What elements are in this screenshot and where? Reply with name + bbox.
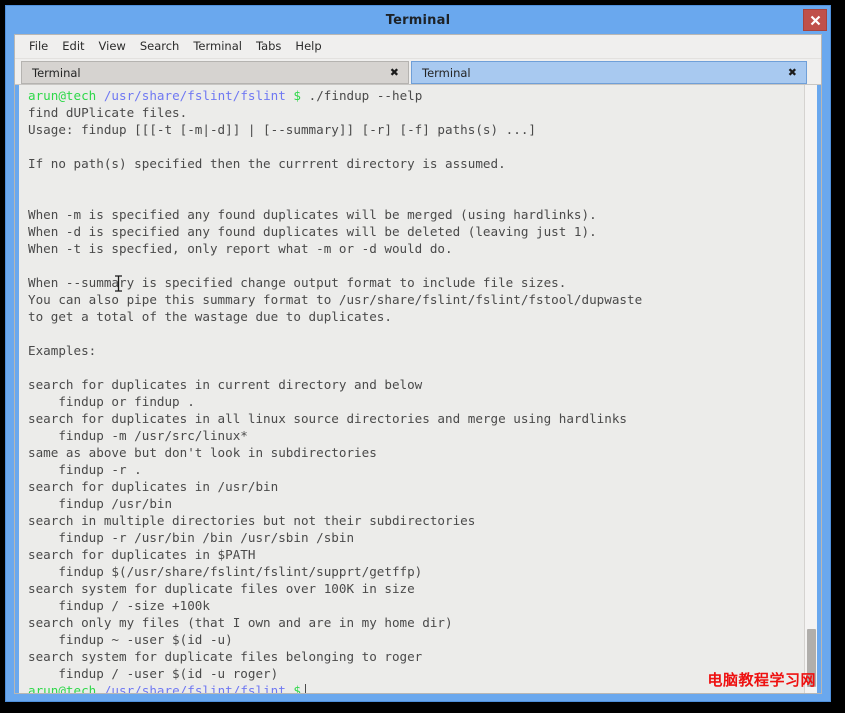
terminal-line: When -m is specified any found duplicate… bbox=[28, 207, 597, 222]
terminal-window: Terminal File Edit View Search Terminal … bbox=[5, 5, 831, 702]
menu-item-search[interactable]: Search bbox=[133, 37, 187, 56]
terminal-line: search for duplicates in current directo… bbox=[28, 377, 423, 392]
terminal-line: You can also pipe this summary format to… bbox=[28, 292, 643, 307]
tab-label: Terminal bbox=[32, 65, 81, 80]
menu-item-file[interactable]: File bbox=[22, 37, 55, 56]
client-area: File Edit View Search Terminal Tabs Help… bbox=[14, 34, 822, 694]
terminal-line: findup -m /usr/src/linux* bbox=[28, 428, 248, 443]
terminal-line: search in multiple directories but not t… bbox=[28, 513, 476, 528]
prompt-user-host: arun@tech bbox=[28, 88, 97, 103]
terminal-line: Examples: bbox=[28, 343, 97, 358]
terminal-line: to get a total of the wastage due to dup… bbox=[28, 309, 392, 324]
prompt-symbol: $ bbox=[293, 88, 302, 103]
close-icon bbox=[810, 15, 820, 25]
terminal-line: Usage: findup [[[-t [-m|-d]] | [--summar… bbox=[28, 122, 536, 137]
terminal-help-text: find dUPlicate files. Usage: findup [[[-t… bbox=[28, 104, 804, 682]
terminal-line: findup -r /usr/bin /bin /usr/sbin /sbin bbox=[28, 530, 355, 545]
window-close-button[interactable] bbox=[803, 9, 827, 31]
terminal-line: findup / -user $(id -u roger) bbox=[28, 666, 279, 681]
terminal-output[interactable]: arun@tech /usr/share/fslint/fslint $ ./f… bbox=[19, 85, 804, 693]
terminal-line: findup or findup . bbox=[28, 394, 195, 409]
terminal-line: search system for duplicate files over 1… bbox=[28, 581, 415, 596]
title-bar: Terminal bbox=[6, 6, 830, 34]
terminal-line: When -d is specified any found duplicate… bbox=[28, 224, 597, 239]
terminal-line: findup /usr/bin bbox=[28, 496, 173, 511]
watermark-text: 电脑教程学习网 bbox=[707, 671, 816, 689]
prompt-path: /usr/share/fslint/fslint bbox=[103, 88, 286, 103]
terminal-line: findup ~ -user $(id -u) bbox=[28, 632, 233, 647]
terminal-line: findup $(/usr/share/fslint/fslint/supprt… bbox=[28, 564, 423, 579]
terminal-line: When -t is specfied, only report what -m… bbox=[28, 241, 453, 256]
menu-item-terminal[interactable]: Terminal bbox=[186, 37, 249, 56]
terminal-line: search for duplicates in all linux sourc… bbox=[28, 411, 627, 426]
prompt-path: /usr/share/fslint/fslint bbox=[103, 683, 286, 693]
tab-terminal-2[interactable]: Terminal ✖ bbox=[411, 61, 807, 84]
terminal-line: search for duplicates in /usr/bin bbox=[28, 479, 279, 494]
terminal-line: same as above but don't look in subdirec… bbox=[28, 445, 377, 460]
menu-item-help[interactable]: Help bbox=[288, 37, 328, 56]
terminal-right-edge bbox=[817, 85, 821, 693]
tab-bar: Terminal ✖ Terminal ✖ bbox=[15, 59, 821, 84]
tab-close-icon[interactable]: ✖ bbox=[388, 67, 401, 78]
terminal-line: findup / -size +100k bbox=[28, 598, 210, 613]
menu-item-tabs[interactable]: Tabs bbox=[249, 37, 288, 56]
prompt-symbol: $ bbox=[293, 683, 302, 693]
text-cursor bbox=[305, 684, 307, 693]
terminal-scrollbar[interactable] bbox=[804, 85, 817, 693]
tab-close-icon[interactable]: ✖ bbox=[786, 67, 799, 78]
menu-item-view[interactable]: View bbox=[92, 37, 133, 56]
terminal-line: find dUPlicate files. bbox=[28, 105, 188, 120]
terminal-line: If no path(s) specified then the currren… bbox=[28, 156, 506, 171]
terminal-line: findup -r . bbox=[28, 462, 142, 477]
terminal-body: arun@tech /usr/share/fslint/fslint $ ./f… bbox=[15, 84, 821, 693]
terminal-line: When --summary is specified change outpu… bbox=[28, 275, 567, 290]
tab-label: Terminal bbox=[422, 65, 471, 80]
menu-item-edit[interactable]: Edit bbox=[55, 37, 91, 56]
terminal-line: search system for duplicate files belong… bbox=[28, 649, 423, 664]
terminal-command: ./findup --help bbox=[308, 88, 423, 103]
terminal-line: search only my files (that I own and are… bbox=[28, 615, 453, 630]
window-title: Terminal bbox=[385, 12, 451, 28]
tab-terminal-1[interactable]: Terminal ✖ bbox=[21, 61, 409, 84]
menu-bar: File Edit View Search Terminal Tabs Help bbox=[15, 35, 821, 59]
terminal-prompt-line-bottom: arun@tech /usr/share/fslint/fslint $ bbox=[28, 682, 804, 693]
prompt-user-host: arun@tech bbox=[28, 683, 97, 693]
terminal-prompt-line-top: arun@tech /usr/share/fslint/fslint $ ./f… bbox=[28, 87, 804, 104]
terminal-line: search for duplicates in $PATH bbox=[28, 547, 256, 562]
